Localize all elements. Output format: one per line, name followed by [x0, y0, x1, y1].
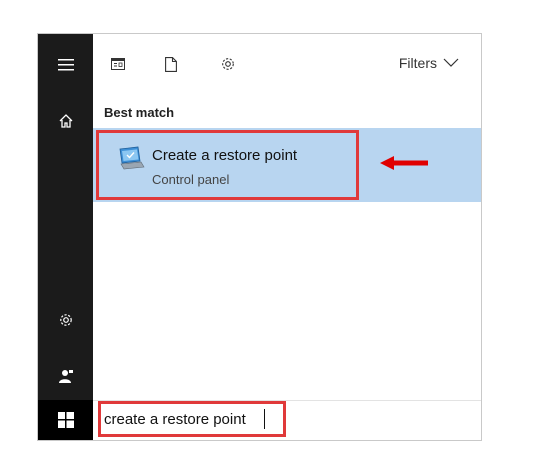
- windows-start-button[interactable]: [38, 400, 93, 440]
- apps-icon[interactable]: [108, 54, 128, 74]
- settings-icon[interactable]: [218, 54, 238, 74]
- text-caret: [264, 409, 265, 429]
- start-search-panel: Filters Best match Create a restore poin…: [37, 33, 482, 441]
- search-input-value: create a restore point: [104, 411, 246, 428]
- chevron-down-icon: [443, 58, 459, 67]
- results-toolbar: Filters: [93, 34, 481, 94]
- result-subtitle: Control panel: [152, 172, 230, 187]
- home-icon[interactable]: [38, 106, 93, 136]
- document-icon[interactable]: [161, 54, 181, 74]
- section-title-best-match: Best match: [104, 105, 175, 120]
- start-sidebar: [38, 34, 93, 440]
- filters-label: Filters: [398, 55, 437, 71]
- user-icon[interactable]: [38, 361, 93, 391]
- result-title: Create a restore point: [152, 147, 298, 164]
- annotation-arrow-icon: [380, 156, 428, 170]
- windows-logo-icon: [57, 412, 74, 428]
- hamburger-menu-icon[interactable]: [38, 50, 93, 80]
- restore-point-icon: [119, 146, 145, 170]
- settings-icon[interactable]: [38, 305, 93, 335]
- filters-button[interactable]: Filters: [399, 55, 459, 71]
